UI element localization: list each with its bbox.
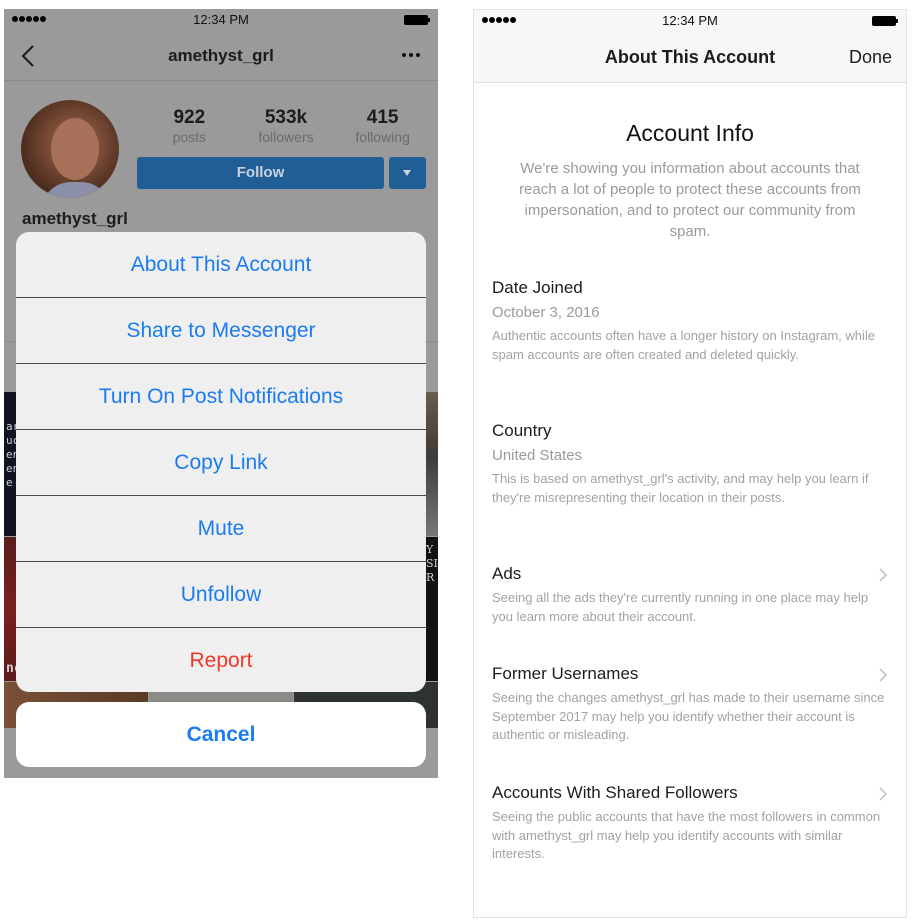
section-description: Seeing the changes amethyst_grl has made…: [492, 690, 885, 742]
about-nav-title: About This Account: [604, 47, 776, 67]
stat-followers[interactable]: 533k followers: [241, 107, 331, 146]
section-description: Authentic accounts often have a longer h…: [492, 328, 875, 362]
about-nav-bar: 12:34 PM About This Account Done: [474, 10, 906, 83]
follow-button[interactable]: Follow: [137, 157, 384, 189]
account-info-title: Account Info: [626, 120, 754, 146]
section-value: United States: [492, 447, 583, 464]
stat-value: 533k: [264, 107, 308, 128]
more-horizontal-icon: [402, 53, 406, 57]
more-options-button[interactable]: [402, 53, 420, 57]
follow-dropdown-button[interactable]: [389, 157, 426, 189]
section-description: Seeing the public accounts that have the…: [492, 809, 881, 861]
stat-value: 922: [173, 107, 206, 128]
battery-full-icon: [872, 16, 898, 26]
action-mute[interactable]: Mute: [16, 496, 426, 562]
chevron-right-icon: [879, 568, 888, 582]
section-description: This is based on amethyst_grl's activity…: [492, 471, 869, 505]
action-share-to-messenger[interactable]: Share to Messenger: [16, 298, 426, 364]
action-unfollow[interactable]: Unfollow: [16, 562, 426, 628]
stat-label: posts: [172, 129, 207, 145]
action-report[interactable]: Report: [16, 628, 426, 692]
status-bar: 12:34 PM: [474, 10, 906, 32]
stat-label: following: [355, 129, 410, 145]
section-title: Ads: [492, 564, 522, 583]
stat-following[interactable]: 415 following: [338, 107, 428, 146]
section-title: Country: [492, 421, 552, 440]
stat-posts[interactable]: 922 posts: [144, 107, 234, 146]
caret-down-icon: [403, 170, 411, 176]
section-date-joined: Date Joined October 3, 2016 Authentic ac…: [492, 277, 888, 364]
profile-nav-bar: amethyst_grl: [4, 31, 438, 81]
action-turn-on-post-notifications[interactable]: Turn On Post Notifications: [16, 364, 426, 430]
section-title: Former Usernames: [492, 664, 639, 683]
status-time: 12:34 PM: [662, 13, 718, 28]
section-description: Seeing all the ads they're currently run…: [492, 590, 869, 624]
section-value: October 3, 2016: [492, 304, 600, 321]
profile-username: amethyst_grl: [22, 209, 128, 228]
profile-nav-title: amethyst_grl: [168, 46, 274, 65]
stat-label: followers: [258, 129, 314, 145]
section-title: Accounts With Shared Followers: [492, 783, 738, 802]
done-button[interactable]: Done: [849, 47, 892, 68]
action-copy-link[interactable]: Copy Link: [16, 430, 426, 496]
stat-value: 415: [366, 107, 399, 128]
about-account-screen: 12:34 PM About This Account Done Account…: [473, 9, 907, 918]
action-sheet: About This Account Share to Messenger Tu…: [16, 232, 426, 692]
action-about-this-account[interactable]: About This Account: [16, 232, 426, 298]
chevron-right-icon: [879, 668, 888, 682]
status-bar: 12:34 PM: [4, 9, 438, 31]
cancel-button[interactable]: Cancel: [16, 702, 426, 767]
profile-screen: 12:34 PM amethyst_grl 922 posts 533k fol…: [4, 9, 438, 778]
section-former-usernames[interactable]: Former Usernames Seeing the changes amet…: [492, 663, 888, 745]
section-title: Date Joined: [492, 278, 583, 297]
chevron-right-icon: [879, 787, 888, 801]
account-info-description: We're showing you information about acco…: [519, 160, 861, 240]
section-country: Country United States This is based on a…: [492, 420, 888, 507]
status-time: 12:34 PM: [193, 12, 249, 27]
avatar[interactable]: [21, 100, 119, 198]
section-accounts-with-shared-followers[interactable]: Accounts With Shared Followers Seeing th…: [492, 782, 888, 864]
profile-stats: 922 posts 533k followers 415 following: [141, 107, 431, 146]
section-ads[interactable]: Ads Seeing all the ads they're currently…: [492, 563, 888, 626]
battery-full-icon: [404, 15, 430, 25]
